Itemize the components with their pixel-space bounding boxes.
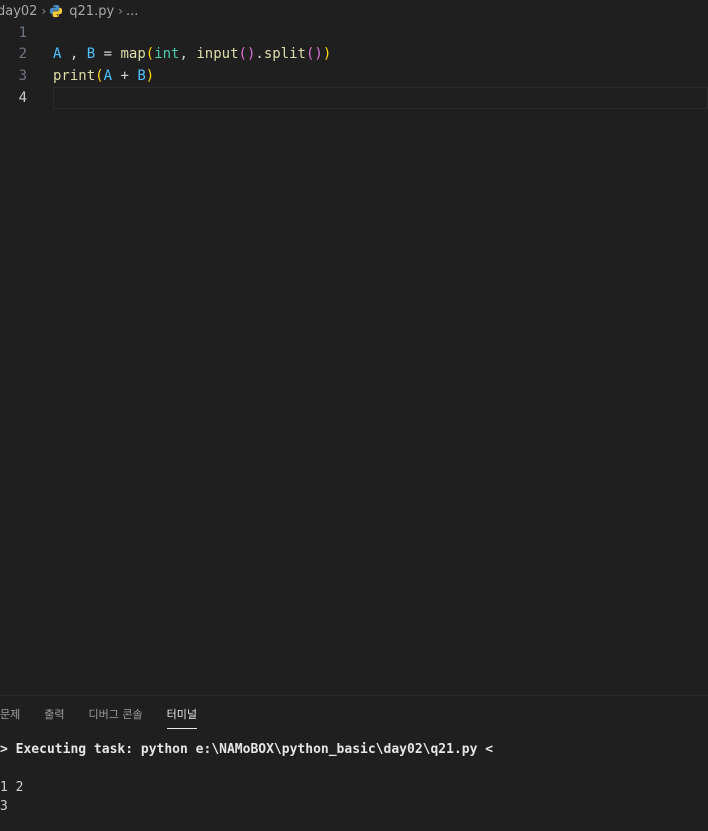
- token-function: input: [196, 46, 239, 62]
- token-punct: .: [255, 46, 264, 62]
- token-function: map: [120, 46, 146, 62]
- code-text: print(A + B): [53, 65, 154, 87]
- breadcrumb-file[interactable]: q21.py: [49, 4, 114, 19]
- current-line-highlight: [53, 87, 708, 109]
- panel-tabs: 문제 출력 디버그 콘솔 터미널: [0, 696, 221, 732]
- tab-problems[interactable]: 문제: [0, 702, 20, 726]
- token-function: split: [263, 46, 306, 62]
- code-line-3[interactable]: 3 print(A + B): [0, 65, 708, 87]
- line-number: 3: [18, 68, 27, 84]
- bottom-panel: 문제 출력 디버그 콘솔 터미널 > Executing task: pytho…: [0, 695, 708, 831]
- token-operator: =: [95, 46, 121, 62]
- chevron-right-icon: ›: [41, 4, 47, 18]
- token-bracket: (: [145, 46, 155, 62]
- terminal-output[interactable]: > Executing task: python e:\NAMoBOX\pyth…: [0, 740, 708, 816]
- code-line-1[interactable]: 1: [0, 22, 708, 44]
- terminal-task-line: > Executing task: python e:\NAMoBOX\pyth…: [0, 742, 494, 757]
- tab-terminal[interactable]: 터미널: [166, 702, 198, 729]
- chevron-right-icon: ›: [118, 4, 123, 18]
- line-number: 2: [18, 46, 27, 62]
- token-bracket: ): [322, 46, 332, 62]
- token-variable: B: [137, 68, 146, 84]
- token-operator: +: [112, 68, 138, 84]
- token-bracket: (): [238, 46, 256, 62]
- breadcrumb-more[interactable]: ...: [126, 4, 138, 19]
- breadcrumb-folder[interactable]: day02: [0, 4, 37, 19]
- token-bracket: (): [305, 46, 323, 62]
- terminal-output-line: 3: [0, 799, 8, 814]
- line-number-active: 4: [18, 90, 27, 106]
- line-number: 1: [18, 25, 27, 41]
- tab-output[interactable]: 출력: [44, 702, 64, 726]
- code-editor[interactable]: 1 2 A , B = map(int, input().split()) 3 …: [0, 22, 708, 694]
- token-bracket: (: [95, 68, 104, 84]
- python-file-icon: [50, 4, 63, 18]
- token-punct: ,: [179, 46, 197, 62]
- token-class: int: [154, 46, 180, 62]
- token-bracket: ): [145, 68, 155, 84]
- token-function: print: [53, 68, 96, 84]
- token-punct: ,: [61, 46, 87, 62]
- tab-debug-console[interactable]: 디버그 콘솔: [89, 702, 143, 726]
- code-text: A , B = map(int, input().split()): [53, 43, 331, 65]
- code-line-4[interactable]: 4: [0, 87, 708, 109]
- token-variable: A: [103, 68, 113, 84]
- code-line-2[interactable]: 2 A , B = map(int, input().split()): [0, 43, 708, 65]
- breadcrumb: day02 › q21.py › ...: [0, 0, 708, 22]
- terminal-input-line: 1 2: [0, 780, 24, 795]
- token-variable: B: [86, 46, 96, 62]
